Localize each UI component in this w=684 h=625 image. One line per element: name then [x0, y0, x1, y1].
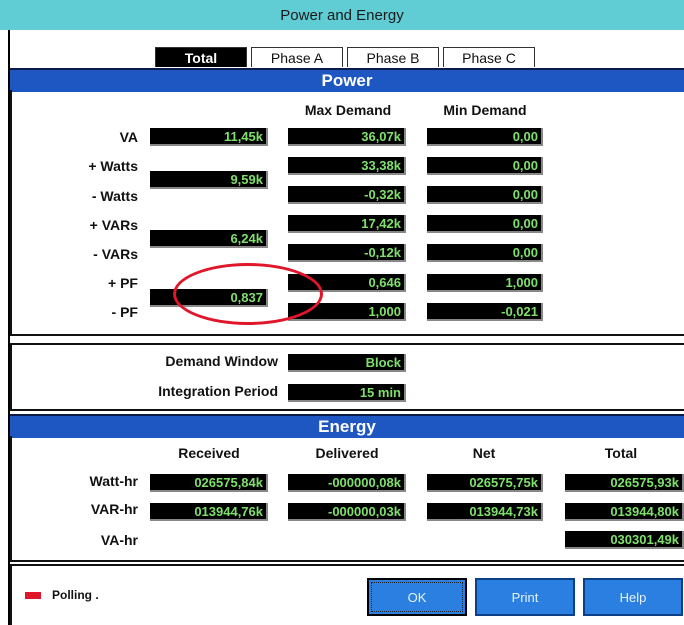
- tab-total[interactable]: Total: [155, 47, 247, 67]
- demand-window-value: Block: [288, 354, 406, 372]
- power-section-title: Power: [321, 71, 373, 90]
- demand-window-label: Demand Window: [165, 353, 278, 369]
- tab-phase-c[interactable]: Phase C: [443, 47, 535, 67]
- tab-phase-a[interactable]: Phase A: [251, 47, 343, 67]
- window-title-bar: Power and Energy: [0, 0, 684, 30]
- polling-status-text: Polling .: [52, 588, 99, 602]
- watt-hr-total: 026575,93k: [565, 474, 684, 492]
- integration-period-label: Integration Period: [158, 383, 278, 399]
- received-header: Received: [178, 445, 240, 461]
- plus-pf-min-value: 1,000: [427, 274, 543, 292]
- polling-led-icon: [25, 592, 41, 599]
- var-hr-received: 013944,76k: [150, 503, 268, 521]
- plus-vars-max-value: 17,42k: [288, 215, 406, 233]
- va-hr-label: VA-hr: [100, 532, 138, 548]
- plus-vars-min-value: 0,00: [427, 215, 543, 233]
- power-panel: [10, 90, 684, 336]
- watts-value: 9,59k: [150, 171, 268, 189]
- watt-hr-net: 026575,75k: [427, 474, 543, 492]
- va-value: 11,45k: [150, 128, 268, 146]
- minus-watts-label: - Watts: [91, 188, 138, 204]
- va-label: VA: [119, 129, 138, 145]
- minus-vars-label: - VARs: [93, 246, 138, 262]
- plus-pf-label: + PF: [108, 275, 138, 291]
- plus-watts-label: + Watts: [88, 158, 138, 174]
- plus-vars-label: + VARs: [89, 217, 138, 233]
- var-hr-net: 013944,73k: [427, 503, 543, 521]
- tab-phase-b[interactable]: Phase B: [347, 47, 439, 67]
- help-button[interactable]: Help: [583, 578, 683, 616]
- vars-value: 6,24k: [150, 230, 268, 248]
- minus-watts-min-value: 0,00: [427, 186, 543, 204]
- minus-vars-max-value: -0,12k: [288, 244, 406, 262]
- plus-watts-min-value: 0,00: [427, 157, 543, 175]
- watt-hr-delivered: -000000,08k: [288, 474, 406, 492]
- var-hr-label: VAR-hr: [90, 501, 138, 517]
- minus-watts-max-value: -0,32k: [288, 186, 406, 204]
- ok-button[interactable]: OK: [367, 578, 467, 616]
- watt-hr-received: 026575,84k: [150, 474, 268, 492]
- minus-pf-min-value: -0,021: [427, 303, 543, 321]
- print-button[interactable]: Print: [475, 578, 575, 616]
- net-header: Net: [472, 445, 496, 461]
- minus-pf-label: - PF: [111, 304, 138, 320]
- max-demand-header: Max Demand: [304, 102, 392, 118]
- va-min-value: 0,00: [427, 128, 543, 146]
- energy-section-header: Energy: [10, 414, 684, 438]
- plus-watts-max-value: 33,38k: [288, 157, 406, 175]
- var-hr-total: 013944,80k: [565, 503, 684, 521]
- integration-period-value: 15 min: [288, 384, 406, 402]
- min-demand-header: Min Demand: [443, 102, 527, 118]
- va-max-value: 36,07k: [288, 128, 406, 146]
- delivered-header: Delivered: [315, 445, 379, 461]
- highlight-circle-annotation: [173, 263, 323, 325]
- energy-section-title: Energy: [318, 417, 376, 436]
- va-hr-total: 030301,49k: [565, 531, 684, 549]
- phase-tabs: Total Phase A Phase B Phase C: [155, 47, 535, 67]
- power-section-header: Power: [10, 68, 684, 92]
- var-hr-delivered: -000000,03k: [288, 503, 406, 521]
- total-header: Total: [604, 445, 638, 461]
- window-title: Power and Energy: [280, 6, 404, 24]
- minus-vars-min-value: 0,00: [427, 244, 543, 262]
- watt-hr-label: Watt-hr: [89, 473, 138, 489]
